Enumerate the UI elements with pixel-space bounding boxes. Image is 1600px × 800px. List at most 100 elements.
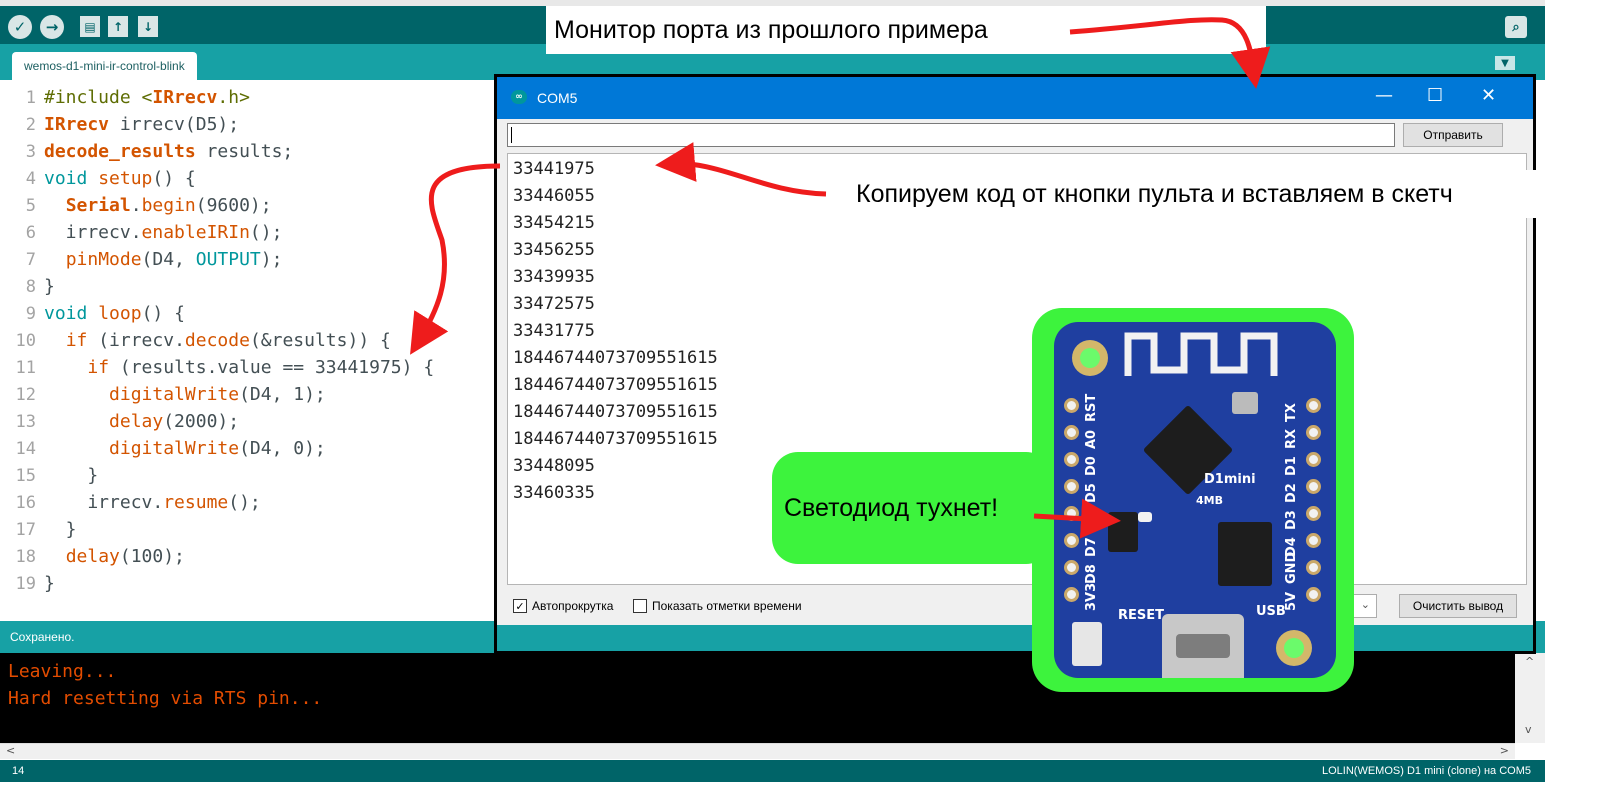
serial-output-line: 33454215 [513, 213, 595, 233]
code-token: ); [260, 249, 283, 270]
status-message: Сохранено. [10, 630, 75, 644]
code-token: } [44, 276, 55, 297]
annotation-side-box: Копируем код от кнопки пульта и вставляе… [840, 170, 1540, 218]
annotation-side-text: Копируем код от кнопки пульта и вставляе… [856, 180, 1453, 208]
code-token: delay [109, 411, 164, 432]
console-line: Leaving... [8, 661, 117, 682]
line-number: 13 [15, 412, 36, 432]
serial-output-line: 18446744073709551615 [513, 429, 718, 449]
code-token: if [87, 357, 110, 378]
pin-label: 5V [1284, 591, 1299, 611]
pin-header [1064, 560, 1079, 575]
verify-icon[interactable]: ✓ [8, 15, 32, 39]
code-token: Serial [65, 195, 131, 216]
code-token: digitalWrite [109, 438, 240, 459]
code-token: delay [65, 546, 120, 567]
tab-menu-icon[interactable]: ▼ [1495, 56, 1515, 70]
pin-label: TX [1284, 403, 1299, 422]
serial-output-line: 18446744073709551615 [513, 348, 718, 368]
pin-header [1306, 452, 1321, 467]
scroll-down-arrow[interactable]: v [1525, 723, 1532, 736]
autoscroll-checkbox[interactable]: ✓ [513, 599, 527, 613]
pin-label: D5 [1084, 483, 1099, 503]
pin-header [1064, 398, 1079, 413]
code-token: irrecv. [44, 492, 164, 513]
tab-sketch[interactable]: wemos-d1-mini-ir-control-blink [12, 52, 197, 80]
clear-output-button[interactable]: Очистить вывод [1399, 594, 1517, 618]
pin-label: RX [1284, 428, 1299, 449]
pin-label: RST [1084, 393, 1099, 422]
upload-icon[interactable]: → [40, 15, 64, 39]
console-vertical-scrollbar[interactable]: ^ v [1515, 653, 1545, 743]
window-title: COM5 [537, 90, 578, 106]
code-token: void [44, 303, 88, 324]
send-input[interactable] [507, 123, 1395, 147]
pin-header [1306, 425, 1321, 440]
code-token: (); [228, 492, 261, 513]
scroll-up-arrow[interactable]: ^ [1525, 655, 1534, 668]
pin-label: D2 [1284, 483, 1299, 503]
serial-output-line: 33472575 [513, 294, 595, 314]
close-icon[interactable]: ✕ [1481, 85, 1496, 106]
pin-label: 3V3 [1084, 582, 1099, 611]
pin-header [1306, 506, 1321, 521]
ch340-chip [1218, 522, 1272, 586]
pin-header [1064, 425, 1079, 440]
serial-monitor-icon[interactable]: ⌕ [1505, 16, 1527, 38]
code-token: #include < [44, 87, 153, 108]
ide-status-strip [497, 625, 1533, 651]
autoscroll-label: Автопрокрутка [532, 599, 614, 613]
new-sketch-icon[interactable]: ▤ [80, 16, 100, 37]
crystal [1232, 392, 1258, 414]
line-number: 4 [25, 169, 36, 189]
code-token: OUTPUT [195, 249, 261, 270]
pin-header [1306, 587, 1321, 602]
code-token: } [44, 519, 77, 540]
scroll-left-arrow[interactable]: < [6, 744, 15, 757]
board-port-label: LOLIN(WEMOS) D1 mini (clone) на COM5 [1322, 765, 1531, 777]
led-indicator [1138, 512, 1152, 522]
code-token: .h> [217, 87, 250, 108]
line-number: 16 [15, 493, 36, 513]
code-token: begin [141, 195, 196, 216]
regulator-chip [1108, 512, 1138, 552]
code-token: } [44, 465, 99, 486]
code-token: pinMode [65, 249, 142, 270]
reset-button [1072, 622, 1102, 666]
minimize-icon[interactable]: — [1375, 85, 1393, 106]
pin-header [1306, 398, 1321, 413]
send-button[interactable]: Отправить [1403, 123, 1503, 147]
mount-hole-icon [1072, 340, 1108, 376]
scroll-right-arrow[interactable]: > [1500, 744, 1509, 757]
maximize-icon[interactable]: ☐ [1427, 85, 1443, 106]
reset-label: RESET [1118, 608, 1165, 623]
flash-size-label: 4MB [1196, 494, 1223, 507]
mount-hole-icon [1276, 630, 1312, 666]
arduino-logo-icon: ∞ [511, 90, 527, 104]
open-sketch-icon[interactable]: ↑ [108, 16, 128, 37]
pin-header [1306, 560, 1321, 575]
line-number: 5 [25, 196, 36, 216]
line-number: 14 [15, 439, 36, 459]
timestamps-checkbox[interactable] [633, 599, 647, 613]
code-token: (D4, 1); [239, 384, 326, 405]
serial-output-line: 33456255 [513, 240, 595, 260]
serial-output-line: 33460335 [513, 483, 595, 503]
line-number: 9 [25, 304, 36, 324]
serial-output-line: 18446744073709551615 [513, 375, 718, 395]
serial-output-line: 18446744073709551615 [513, 402, 718, 422]
code-token: () { [152, 168, 196, 189]
code-token: IRrecv [44, 114, 110, 135]
usb-label: USB [1256, 604, 1286, 619]
text-caret [511, 127, 512, 143]
annotation-top-text: Монитор порта из прошлого примера [554, 16, 988, 44]
console-horizontal-scrollbar[interactable]: < > [0, 743, 1515, 759]
save-sketch-icon[interactable]: ↓ [138, 16, 158, 37]
